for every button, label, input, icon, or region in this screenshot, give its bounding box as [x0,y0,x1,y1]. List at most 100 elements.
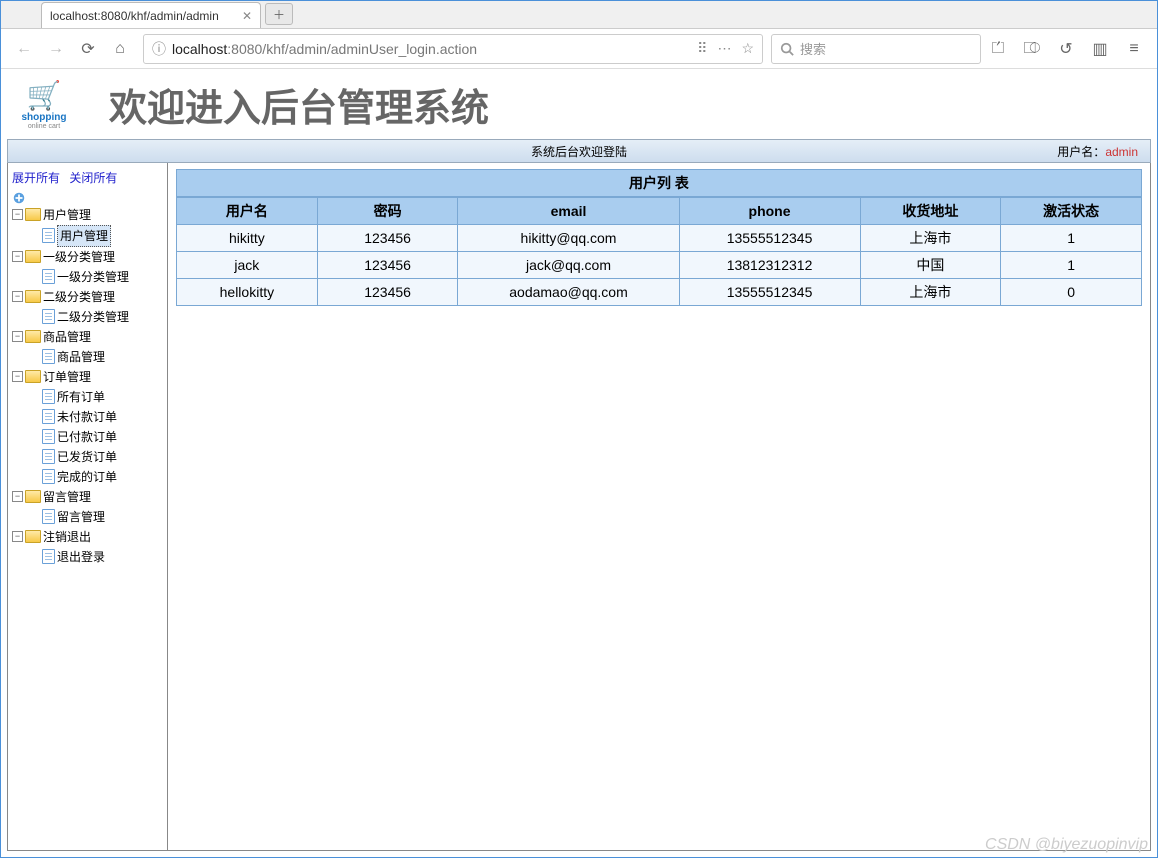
table-cell: jack [177,252,318,279]
tree-folder-label: 一级分类管理 [43,247,115,267]
table-cell: hellokitty [177,279,318,306]
tree-leaf-label: 一级分类管理 [57,267,129,287]
table-cell: 上海市 [860,225,1001,252]
file-icon [42,549,55,564]
window-close-button[interactable]: ✕ [1109,5,1155,25]
tree-leaf[interactable]: 用户管理 [28,225,163,247]
tree-toggle-icon[interactable]: − [12,331,23,342]
table-cell: jack@qq.com [458,252,679,279]
collapse-all-link[interactable]: 关闭所有 [69,171,117,185]
tree-leaf[interactable]: 二级分类管理 [28,307,163,327]
tree-leaf[interactable]: 完成的订单 [28,467,163,487]
folder-icon [25,490,41,503]
window-maximize-button[interactable]: ▭ [1080,5,1110,25]
table-row: hellokitty123456aodamao@qq.com1355551234… [177,279,1142,306]
nav-back-button[interactable]: ← [9,34,39,64]
nav-forward-button[interactable]: → [41,34,71,64]
tree-leaf-label: 所有订单 [57,387,105,407]
tab-close-icon[interactable]: ✕ [242,9,252,23]
tree-leaf[interactable]: 商品管理 [28,347,163,367]
page-actions-icon[interactable]: ⋯ [717,40,731,57]
table-cell: hikitty@qq.com [458,225,679,252]
search-box[interactable]: 搜索 [771,34,981,64]
table-header: 激活状态 [1001,198,1142,225]
main-content: 用户列 表 用户名密码emailphone收货地址激活状态 hikitty123… [168,163,1150,850]
tree-leaf[interactable]: 一级分类管理 [28,267,163,287]
page-title: 欢迎进入后台管理系统 [109,77,489,132]
table-cell: 123456 [317,279,458,306]
folder-icon [25,290,41,303]
tree-leaf[interactable]: 已发货订单 [28,447,163,467]
url-bar[interactable]: ⓘ localhost:8080/khf/admin/adminUser_log… [143,34,763,64]
table-cell: aodamao@qq.com [458,279,679,306]
table-cell: 1 [1001,252,1142,279]
browser-toolbar: ← → ⟳ ⌂ ⓘ localhost:8080/khf/admin/admin… [1,29,1157,69]
tree-leaf-label: 用户管理 [57,225,111,247]
table-cell: 13812312312 [679,252,860,279]
table-cell: 13555512345 [679,225,860,252]
user-name: admin [1105,145,1138,159]
bookmark-icon[interactable]: ☆ [741,40,754,57]
tree-leaf[interactable]: 留言管理 [28,507,163,527]
sidebar: 展开所有 关闭所有 −用户管理用户管理−一级分类管理一级分类管理−二级分类管理二… [8,163,168,850]
file-icon [42,409,55,424]
table-header: 密码 [317,198,458,225]
refresh-icon[interactable]: ↺ [1051,34,1081,64]
new-tab-button[interactable]: ＋ [265,3,293,25]
table-cell: hikitty [177,225,318,252]
tree-leaf[interactable]: 退出登录 [28,547,163,567]
file-icon [42,389,55,404]
table-cell: 中国 [860,252,1001,279]
tree-leaf-label: 未付款订单 [57,407,117,427]
table-header: phone [679,198,860,225]
tree-folder[interactable]: −留言管理 [12,487,163,507]
screenshot-icon[interactable]: ⎄ [1017,34,1047,64]
menu-icon[interactable]: ≡ [1119,34,1149,64]
nav-home-button[interactable]: ⌂ [105,34,135,64]
window-minimize-button[interactable]: ━ [1051,5,1081,25]
tree-toggle-icon[interactable]: − [12,291,23,302]
browser-tab[interactable]: localhost:8080/khf/admin/admin ✕ [41,2,261,28]
reader-icon[interactable]: ⠿ [697,40,707,57]
library-icon[interactable]: ⏍ [983,34,1013,64]
tree-folder[interactable]: − 一级分类管理 [12,247,163,267]
tree-leaf-label: 二级分类管理 [57,307,129,327]
folder-icon [25,370,41,383]
tree-folder[interactable]: − 商品管理 [12,327,163,347]
tree-leaf[interactable]: 所有订单 [28,387,163,407]
expand-all-link[interactable]: 展开所有 [12,171,60,185]
folder-icon [25,330,41,343]
sidebar-icon[interactable]: ▥ [1085,34,1115,64]
tree-toggle-icon[interactable]: − [12,371,23,382]
folder-icon [25,530,41,543]
tree-folder[interactable]: −订单管理 [12,367,163,387]
tree-folder[interactable]: −注销退出 [12,527,163,547]
cart-icon: 🛒 [9,79,79,112]
tree-toggle-icon[interactable]: − [12,251,23,262]
tree-toggle-icon[interactable]: − [12,209,23,220]
logo-text: shopping [9,112,79,123]
folder-icon [25,208,41,221]
tree-folder-label: 商品管理 [43,327,91,347]
page-banner: 🛒 shopping online cart 欢迎进入后台管理系统 [1,69,1157,139]
url-path: :8080/khf/admin/adminUser_login.action [227,41,477,57]
tree-leaf-label: 已发货订单 [57,447,117,467]
tree-leaf-label: 商品管理 [57,347,105,367]
url-domain: localhost [172,41,227,57]
table-cell: 123456 [317,252,458,279]
table-header: 用户名 [177,198,318,225]
tree-leaf[interactable]: 已付款订单 [28,427,163,447]
table-cell: 上海市 [860,279,1001,306]
nav-reload-button[interactable]: ⟳ [73,34,103,64]
tree-leaf[interactable]: 未付款订单 [28,407,163,427]
tree-folder[interactable]: −二级分类管理 [12,287,163,307]
file-icon [42,309,55,324]
tree-leaf-label: 退出登录 [57,547,105,567]
table-cell: 13555512345 [679,279,860,306]
file-icon [42,228,55,243]
tree-folder[interactable]: −用户管理 [12,205,163,225]
site-info-icon[interactable]: ⓘ [152,39,166,59]
tree-toggle-icon[interactable]: − [12,491,23,502]
watermark: CSDN @biyezuopinvip [985,836,1148,854]
tree-toggle-icon[interactable]: − [12,531,23,542]
